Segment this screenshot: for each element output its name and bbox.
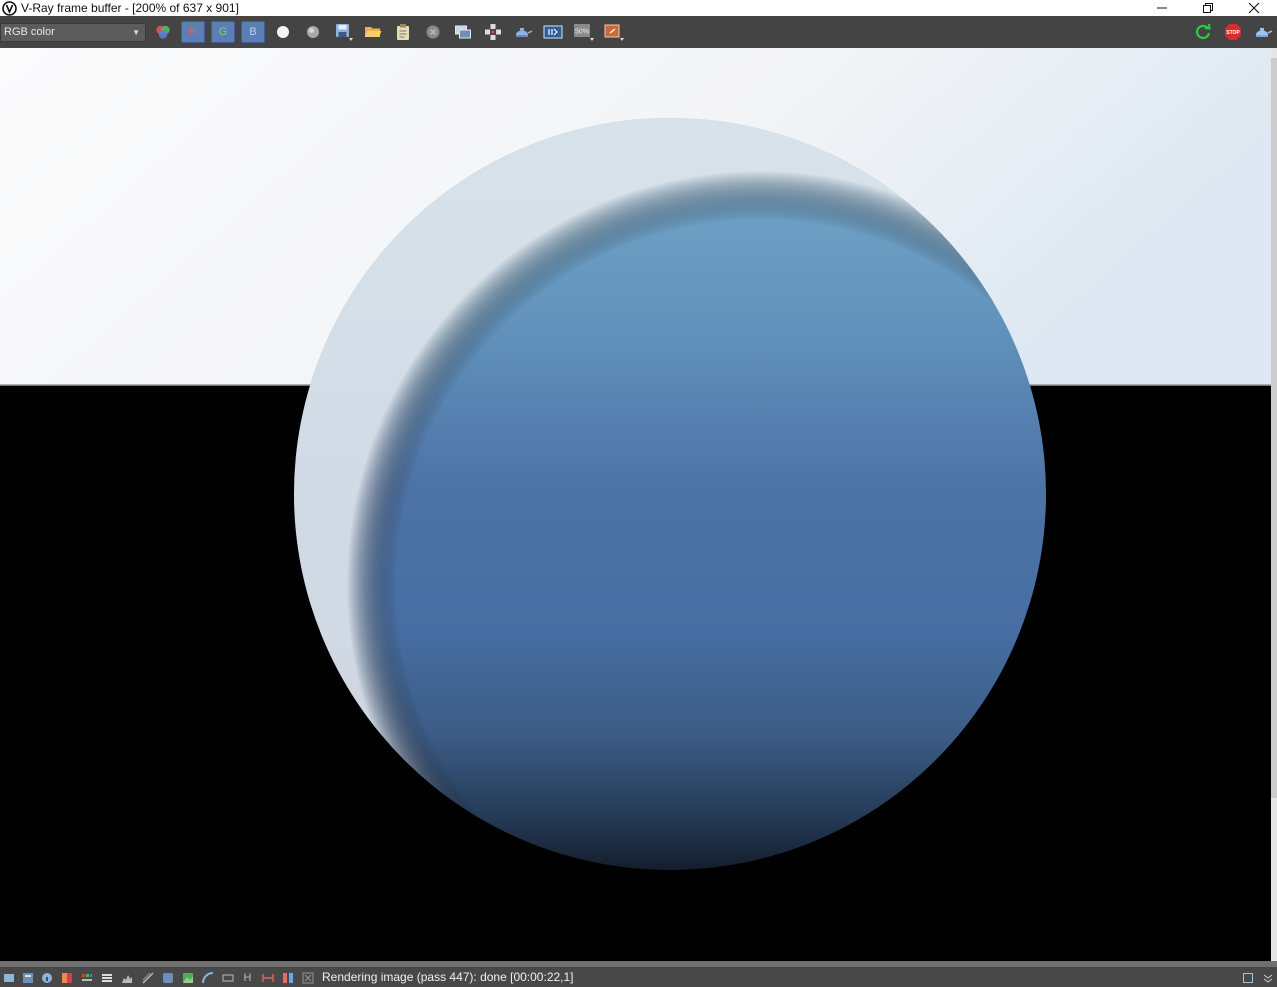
history-icon[interactable]	[2, 971, 15, 984]
lut-icon[interactable]	[80, 971, 93, 984]
vertical-scrollbar[interactable]	[1271, 48, 1277, 961]
compare-ab-icon[interactable]	[261, 971, 274, 984]
restore-button[interactable]	[1185, 0, 1231, 16]
track-mouse-icon[interactable]	[481, 21, 505, 43]
background-image-icon[interactable]	[181, 971, 194, 984]
exposure-icon[interactable]	[161, 971, 174, 984]
stop-icon[interactable]: STOP	[1221, 21, 1245, 43]
render-status-text: Rendering image (pass 447): done [00:00:…	[322, 970, 574, 984]
h-toggle-button[interactable]: H	[241, 971, 254, 984]
stamp-icon[interactable]	[221, 971, 234, 984]
rendered-image	[0, 48, 1271, 961]
status-bar: H Rendering image (pass 447): done [00:0…	[0, 967, 1277, 987]
title-bar: V-Ray frame buffer - [200% of 637 x 901]	[0, 0, 1277, 16]
toolbar: RGB color ▼ R G B 50% STOP	[0, 16, 1277, 48]
close-button[interactable]	[1231, 0, 1277, 16]
color-correction-icon[interactable]	[60, 971, 73, 984]
curves-icon[interactable]	[141, 971, 154, 984]
refresh-icon[interactable]	[1191, 21, 1215, 43]
save-icon[interactable]	[331, 21, 355, 43]
histogram-icon[interactable]	[120, 971, 133, 984]
red-channel-button[interactable]: R	[181, 21, 205, 43]
maximize-panel-icon[interactable]	[1241, 971, 1254, 984]
minimize-button[interactable]	[1139, 0, 1185, 16]
color-channels-icon[interactable]	[151, 21, 175, 43]
layers-icon[interactable]	[21, 971, 34, 984]
render-icon[interactable]	[1251, 21, 1275, 43]
clear-icon[interactable]	[391, 21, 415, 43]
split-view-icon[interactable]	[281, 971, 294, 984]
monochrome-icon[interactable]	[271, 21, 295, 43]
svg-text:STOP: STOP	[1226, 30, 1240, 36]
vray-logo-icon	[1, 0, 17, 16]
pixel-aspect-icon[interactable]	[301, 971, 314, 984]
compare-icon[interactable]: 50%	[571, 21, 595, 43]
scrollbar-thumb[interactable]	[1271, 58, 1277, 798]
open-icon[interactable]	[361, 21, 385, 43]
render-last-icon[interactable]	[601, 21, 625, 43]
lens-effects-icon[interactable]	[541, 21, 565, 43]
chevron-down-icon: ▼	[132, 28, 140, 37]
render-viewport[interactable]	[0, 48, 1271, 961]
channel-dropdown[interactable]: RGB color ▼	[0, 23, 146, 42]
info-icon[interactable]	[40, 971, 53, 984]
window-title: V-Ray frame buffer - [200% of 637 x 901]	[21, 1, 239, 15]
sphere-rim-highlight	[294, 118, 1046, 870]
alpha-icon[interactable]	[301, 21, 325, 43]
clear-image-icon[interactable]	[421, 21, 445, 43]
green-channel-button[interactable]: G	[211, 21, 235, 43]
zoom-50-label: 50%	[575, 29, 589, 36]
expand-icon[interactable]	[1261, 971, 1274, 984]
levels-icon[interactable]	[100, 971, 113, 984]
render-region-icon[interactable]	[511, 21, 535, 43]
channel-dropdown-value: RGB color	[4, 26, 55, 38]
blue-channel-button[interactable]: B	[241, 21, 265, 43]
lens-icon[interactable]	[201, 971, 214, 984]
duplicate-to-history-icon[interactable]	[451, 21, 475, 43]
